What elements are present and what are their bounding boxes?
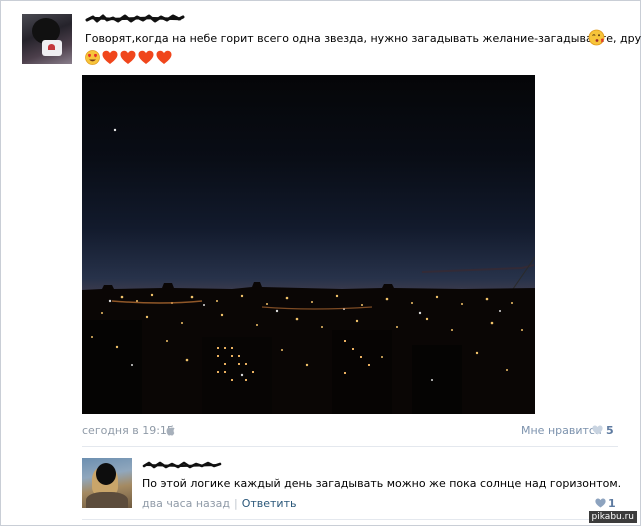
orange-heart-emoji-icon bbox=[102, 50, 118, 64]
orange-heart-emoji-icon bbox=[138, 50, 154, 64]
post-date[interactable]: сегодня в 19:15 bbox=[82, 424, 174, 437]
author-avatar[interactable] bbox=[22, 14, 72, 64]
author-name-redacted[interactable] bbox=[85, 13, 185, 24]
heart-eyes-emoji-icon bbox=[85, 50, 100, 65]
reply-button[interactable]: Ответить bbox=[242, 497, 297, 510]
comments-divider bbox=[82, 446, 618, 447]
comment-time[interactable]: два часа назад bbox=[142, 497, 230, 510]
orange-heart-emoji-icon bbox=[156, 50, 172, 64]
commenter-name-redacted[interactable] bbox=[142, 460, 222, 470]
commenter-avatar[interactable] bbox=[82, 458, 132, 508]
orange-heart-emoji-icon bbox=[120, 50, 136, 64]
site-watermark: pikabu.ru bbox=[588, 511, 637, 523]
post-text: Говорят,когда на небе горит всего одна з… bbox=[85, 32, 641, 45]
comment-meta-separator: | bbox=[233, 497, 238, 510]
like-button[interactable]: Мне нравится bbox=[521, 424, 602, 437]
comment-like-heart-icon[interactable] bbox=[595, 498, 606, 508]
like-heart-icon[interactable] bbox=[592, 425, 603, 435]
winking-kiss-emoji-icon bbox=[588, 29, 605, 46]
bottom-divider bbox=[82, 519, 618, 520]
like-count: 5 bbox=[606, 424, 614, 437]
apple-icon bbox=[166, 425, 175, 436]
comment-text: По этой логике каждый день загадывать мо… bbox=[142, 477, 622, 490]
post-photo[interactable] bbox=[82, 75, 535, 414]
emoji-row bbox=[85, 50, 172, 65]
comment-like-count: 1 bbox=[608, 497, 616, 510]
comment-meta: два часа назад | Ответить bbox=[142, 497, 296, 510]
